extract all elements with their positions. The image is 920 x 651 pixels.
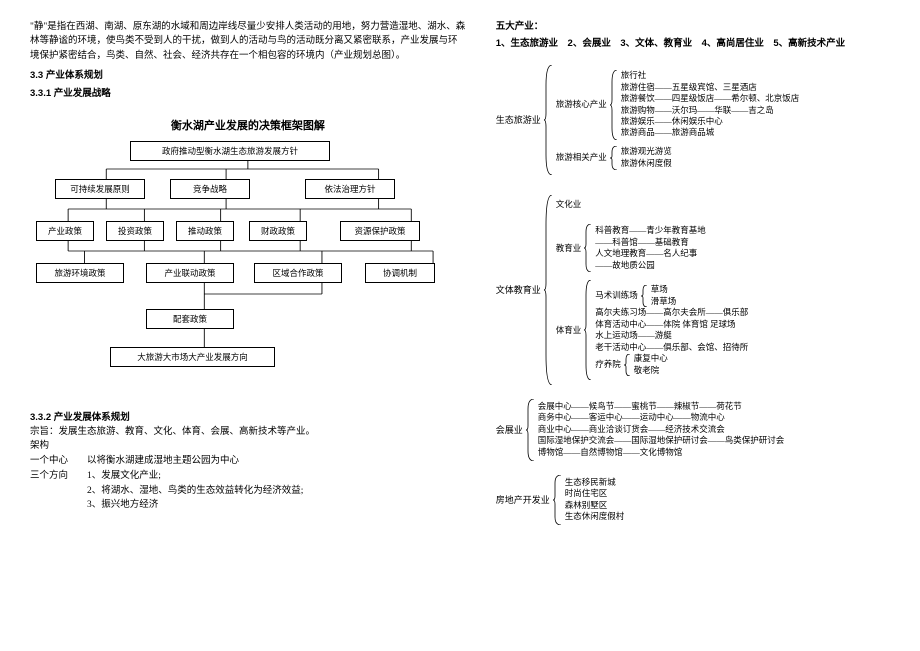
- node-invest-policy: 投资政策: [106, 221, 164, 241]
- tree2-b3: 人文地理教育——名人纪事: [595, 248, 890, 259]
- tree2-culture: 文化业: [556, 199, 890, 210]
- brace-icon: [584, 280, 591, 380]
- tree2-horse-2: 滑草场: [651, 296, 890, 307]
- tree3-3: 商业中心——商业洽谈订货会——经济技术交流会: [538, 424, 890, 435]
- tree3-4: 国际湿地保护交流会——国际湿地保护研讨会——鸟类保护研讨会: [538, 435, 890, 446]
- tree1-a2: 旅游住宿——五星级宾馆、三星酒店: [621, 82, 890, 93]
- left-column: "静"是指在西湖、南湖、原东湖的水域和周边岸线尽量少安排人类活动的用地，努力营造…: [30, 20, 466, 539]
- tree3-2: 商务中心——客运中心——运动中心——物流中心: [538, 412, 890, 423]
- line-arch: 架构: [30, 439, 466, 454]
- heading-3-3-1: 3.3.1 产业发展战略: [30, 85, 466, 99]
- tree3-1: 会展中心——候鸟节——蜜桃节——辣椒节——荷花节: [538, 401, 890, 412]
- tree4-root: 房地产开发业: [496, 493, 550, 506]
- node-law: 依法治理方针: [305, 179, 395, 199]
- line-three-1: 三个方向 1、发展文化产业;: [30, 469, 466, 484]
- line-three-2: 2、将湖水、湿地、鸟类的生态效益转化为经济效益;: [30, 484, 466, 499]
- node-industry-policy: 产业政策: [36, 221, 94, 241]
- node-resource-policy: 资源保护政策: [340, 221, 420, 241]
- node-compete: 竞争战略: [170, 179, 250, 199]
- line-center: 一个中心 以将衡水湖建成湿地主题公园为中心: [30, 454, 466, 469]
- tree1-related-label: 旅游相关产业: [556, 152, 607, 163]
- node-linkage-policy: 产业联动政策: [146, 263, 234, 283]
- tree-expo: 会展业 会展中心——候鸟节——蜜桃节——辣椒节——荷花节 商务中心——客运中心—…: [496, 399, 890, 461]
- tree2-c1: 高尔夫练习场——高尔夫会所——俱乐部: [595, 307, 890, 318]
- brace-icon: [641, 285, 647, 307]
- node-big-tourism: 大旅游大市场大产业发展方向: [110, 347, 275, 367]
- tree1-a4: 旅游购物——沃尔玛——华联——吉之岛: [621, 105, 890, 116]
- tree1-b2: 旅游休闲度假: [621, 158, 890, 169]
- tree1-b1: 旅游观光游览: [621, 146, 890, 157]
- right-heading-2: 1、生态旅游业 2、会展业 3、文体、教育业 4、高尚居住业 5、高新技术产业: [496, 37, 890, 51]
- decision-flowchart: 政府推动型衡水湖生态旅游发展方针 可持续发展原则 竞争战略 依法治理方针 产业政…: [30, 139, 466, 399]
- tree-culture-sports-edu: 文体教育业 文化业 教育业 科普教育——青少年教育基地 ——科普馆——基础教育 …: [496, 195, 890, 385]
- tree2-c3: 水上运动场——游艇: [595, 330, 890, 341]
- tree2-b2: ——科普馆——基础教育: [595, 237, 890, 248]
- brace-icon: [584, 224, 591, 272]
- tree2-c2: 体育活动中心——体院 体育馆 足球场: [595, 319, 890, 330]
- tree2-liao-1: 康复中心: [634, 353, 890, 364]
- node-top: 政府推动型衡水湖生态旅游发展方针: [130, 141, 330, 161]
- tree2-b1: 科普教育——青少年教育基地: [595, 225, 890, 236]
- node-region-policy: 区域合作政策: [254, 263, 342, 283]
- right-column: 五大产业： 1、生态旅游业 2、会展业 3、文体、教育业 4、高尚居住业 5、高…: [496, 20, 890, 539]
- tree1-a1: 旅行社: [621, 70, 890, 81]
- tree2-b4: ——故地质公园: [595, 260, 890, 271]
- tree2-liao-label: 疗养院: [595, 359, 621, 370]
- tree3-5: 博物馆——自然博物馆——文化博物馆: [538, 447, 890, 458]
- tree-eco-tourism: 生态旅游业 旅游核心产业 旅行社 旅游住宿——五星级宾馆、三星酒店 旅游餐饮——…: [496, 65, 890, 175]
- brace-icon: [544, 195, 552, 385]
- brace-icon: [526, 399, 534, 461]
- tree4-2: 时尚住宅区: [565, 488, 890, 499]
- line-purpose: 宗旨：发展生态旅游、教育、文化、体育、会展、高新技术等产业。: [30, 425, 466, 440]
- intro-paragraph: "静"是指在西湖、南湖、原东湖的水域和周边岸线尽量少安排人类活动的用地，努力营造…: [30, 20, 466, 63]
- tree4-3: 森林别墅区: [565, 500, 890, 511]
- tree2-c4: 老干活动中心——俱乐部、会馆、招待所: [595, 342, 890, 353]
- node-push-policy: 推动政策: [176, 221, 234, 241]
- tree1-core-label: 旅游核心产业: [556, 99, 607, 110]
- tree1-a3: 旅游餐饮——四星级饭店——希尔顿、北京饭店: [621, 93, 890, 104]
- node-env-policy: 旅游环境政策: [36, 263, 124, 283]
- heading-3-3-2: 3.3.2 产业发展体系规划: [30, 409, 466, 423]
- tree2-horse-label: 马术训练场: [595, 290, 638, 301]
- tree3-root: 会展业: [496, 423, 523, 436]
- node-support-policy: 配套政策: [146, 309, 234, 329]
- tree1-a5: 旅游娱乐——休闲娱乐中心: [621, 116, 890, 127]
- tree2-liao-2: 敬老院: [634, 365, 890, 376]
- tree1-root: 生态旅游业: [496, 113, 541, 126]
- tree2-edu-label: 教育业: [556, 243, 582, 254]
- brace-icon: [544, 65, 552, 175]
- tree2-root: 文体教育业: [496, 283, 541, 296]
- brace-icon: [610, 146, 617, 170]
- brace-icon: [624, 354, 630, 376]
- diagram-title: 衡水湖产业发展的决策框架图解: [30, 117, 466, 133]
- node-sustainable: 可持续发展原则: [55, 179, 145, 199]
- brace-icon: [553, 475, 561, 525]
- node-fiscal-policy: 财政政策: [249, 221, 307, 241]
- tree4-1: 生态移民新城: [565, 477, 890, 488]
- line-three-3: 3、振兴地方经济: [30, 498, 466, 513]
- tree4-4: 生态休闲度假村: [565, 511, 890, 522]
- brace-icon: [610, 70, 617, 140]
- tree2-horse-1: 草场: [651, 284, 890, 295]
- node-coord: 协调机制: [365, 263, 435, 283]
- right-heading-1: 五大产业：: [496, 20, 890, 34]
- tree2-sports-label: 体育业: [556, 325, 582, 336]
- tree-real-estate: 房地产开发业 生态移民新城 时尚住宅区 森林别墅区 生态休闲度假村: [496, 475, 890, 525]
- purpose-text: 宗旨：发展生态旅游、教育、文化、体育、会展、高新技术等产业。 架构 一个中心 以…: [30, 425, 466, 513]
- tree1-a6: 旅游商品——旅游商品城: [621, 127, 890, 138]
- heading-3-3: 3.3 产业体系规划: [30, 67, 466, 81]
